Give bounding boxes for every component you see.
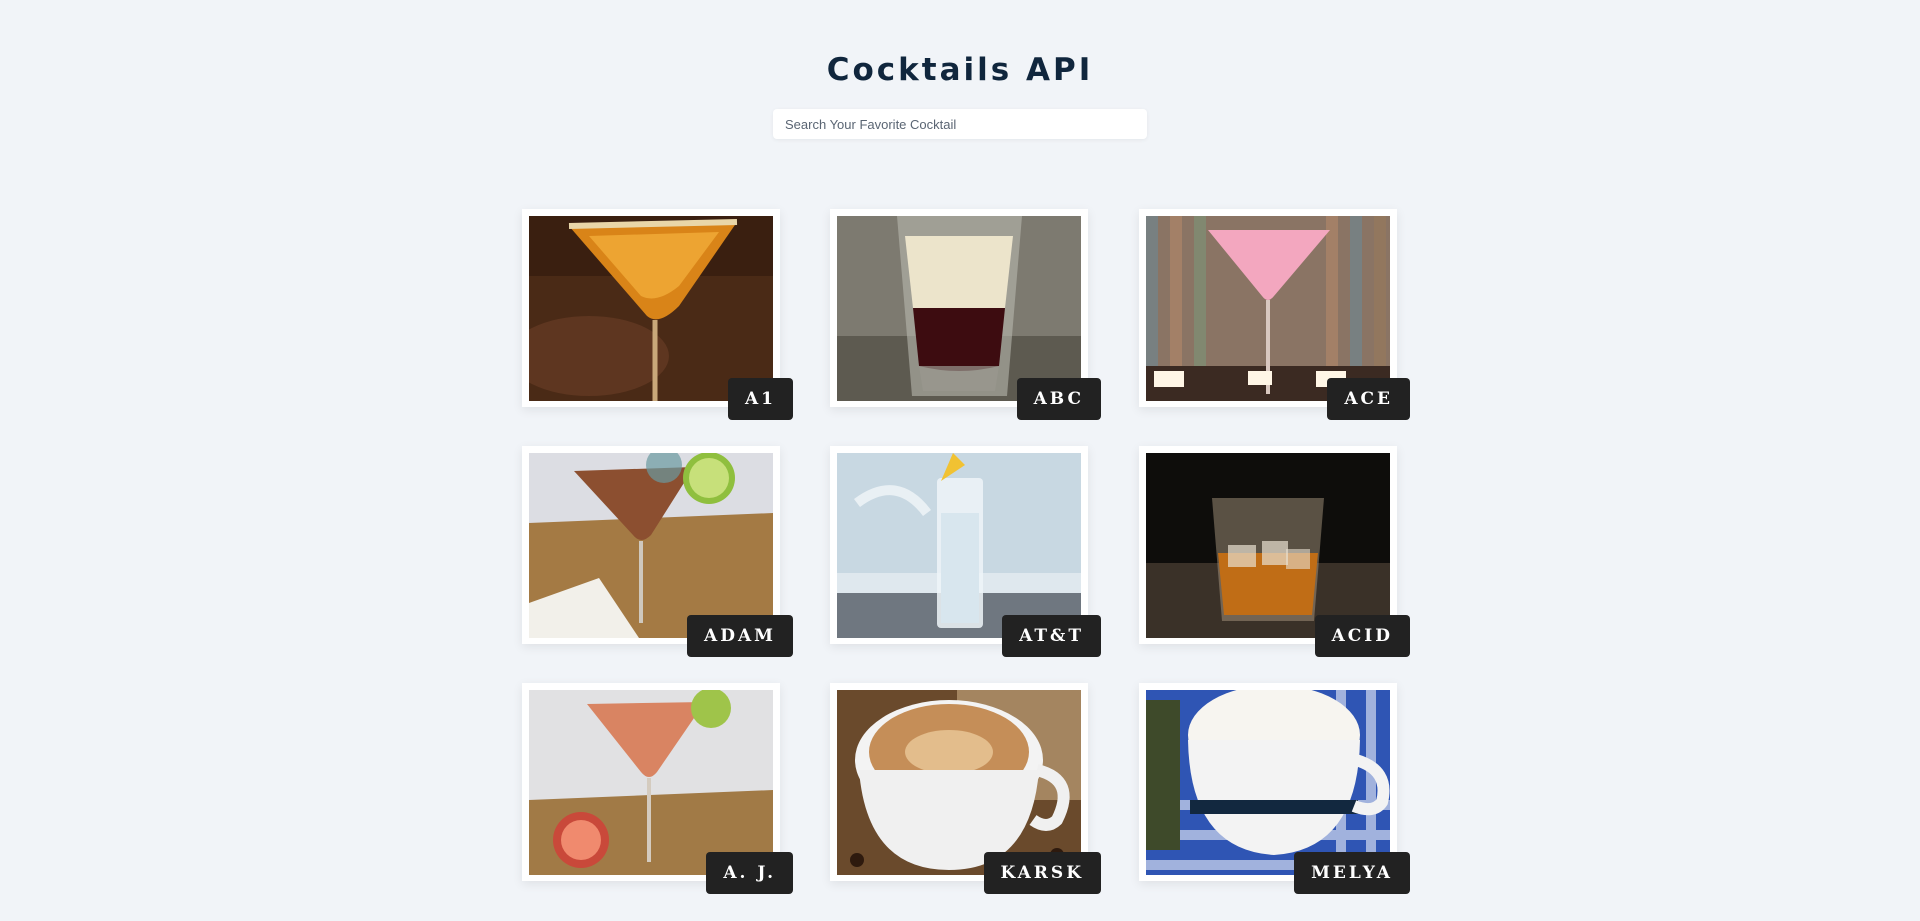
cocktail-card[interactable]: ABC: [830, 209, 1101, 420]
cocktail-image: [1146, 216, 1390, 401]
cocktail-image: [1146, 690, 1390, 875]
cocktail-image: [529, 690, 773, 875]
cocktail-image: [1146, 453, 1390, 638]
cocktail-image: [529, 453, 773, 638]
cocktail-name: AT&T: [1002, 615, 1101, 657]
cocktail-image: [837, 216, 1081, 401]
cocktail-name: A1: [727, 378, 793, 420]
cocktail-name: ADAM: [687, 615, 793, 657]
cocktail-card[interactable]: AT&T: [830, 446, 1101, 657]
cocktail-card[interactable]: A1: [522, 209, 793, 420]
cocktail-name: MELYA: [1294, 852, 1410, 894]
cocktail-card[interactable]: KARSK: [830, 683, 1101, 894]
cocktail-name: KARSK: [983, 852, 1101, 894]
cocktail-card[interactable]: MELYA: [1139, 683, 1410, 894]
cocktail-card[interactable]: ADAM: [522, 446, 793, 657]
cocktail-card[interactable]: A. J.: [522, 683, 793, 894]
cocktail-name: ABC: [1016, 378, 1101, 420]
cocktail-name: ACE: [1327, 378, 1410, 420]
cocktail-image: [837, 690, 1081, 875]
cocktail-grid: A1 ABC ACE ADAM AT&T ACID A. J. KARSK ME…: [0, 0, 1920, 921]
cocktail-image: [529, 216, 773, 401]
cocktail-name: A. J.: [706, 852, 793, 894]
cocktail-image: [837, 453, 1081, 638]
cocktail-card[interactable]: ACE: [1139, 209, 1410, 420]
cocktail-card[interactable]: ACID: [1139, 446, 1410, 657]
cocktail-name: ACID: [1314, 615, 1410, 657]
